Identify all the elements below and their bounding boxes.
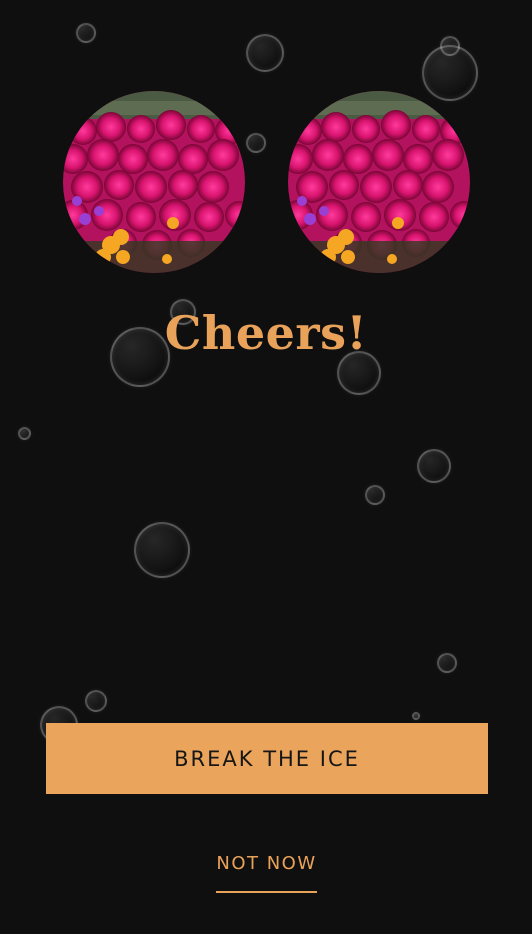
right-profile-photo [288,91,470,273]
bubble-decoration [85,690,107,712]
bubble-decoration [134,522,190,578]
break-the-ice-button[interactable]: BREAK THE ICE [46,723,488,794]
match-title: Cheers! [164,306,368,360]
bubble-decoration [246,133,266,153]
flower-garden-image [288,91,470,273]
bubble-decoration [422,45,478,101]
bubble-decoration [412,712,420,720]
bubble-decoration [246,34,284,72]
flower-garden-image [63,91,245,273]
bubble-decoration [76,23,96,43]
bubble-decoration [417,449,451,483]
bubble-decoration [437,653,457,673]
bubble-decoration [365,485,385,505]
not-now-button[interactable]: NOT NOW [216,849,317,893]
match-screen: Cheers! BREAK THE ICE NOT NOW [0,0,532,934]
bubble-decoration [18,427,31,440]
left-profile-photo [63,91,245,273]
